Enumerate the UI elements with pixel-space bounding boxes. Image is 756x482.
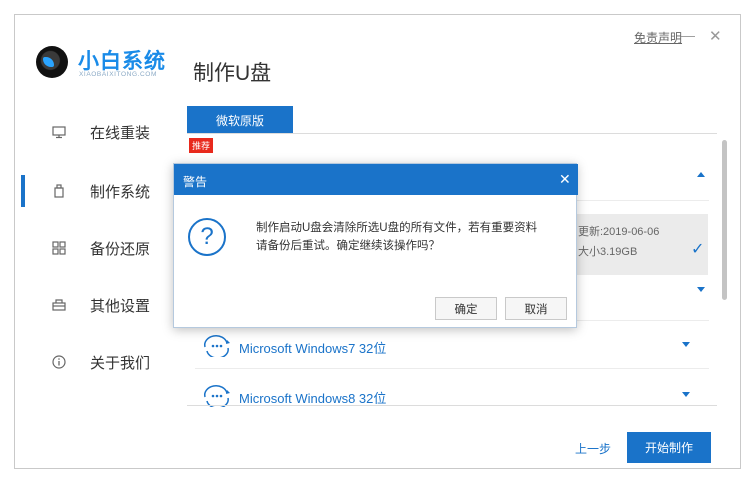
sidebar-item-about-us[interactable]: 关于我们 bbox=[15, 340, 180, 384]
collapse-arrow-icon[interactable] bbox=[697, 172, 705, 177]
dialog-titlebar: 警告 ✕ bbox=[174, 164, 578, 195]
list-item[interactable]: Microsoft Windows7 32位 bbox=[187, 325, 707, 367]
usb-icon bbox=[52, 184, 66, 198]
start-making-button[interactable]: 开始制作 bbox=[627, 432, 711, 463]
page-title: 制作U盘 bbox=[193, 62, 272, 85]
os-name: Microsoft Windows7 32位 bbox=[239, 341, 387, 356]
tab-microsoft-original[interactable]: 微软原版 bbox=[187, 106, 293, 134]
cancel-button[interactable]: 取消 bbox=[505, 297, 567, 320]
sidebar-item-label: 制作系统 bbox=[90, 183, 151, 201]
minimize-button[interactable]: — bbox=[681, 27, 695, 43]
sidebar-item-make-system[interactable]: 制作系统 bbox=[15, 169, 180, 213]
info-icon bbox=[52, 355, 66, 369]
logo-icon bbox=[36, 46, 68, 78]
box-icon bbox=[52, 298, 66, 312]
close-button[interactable]: ✕ bbox=[709, 27, 722, 45]
check-icon: ✓ bbox=[691, 241, 705, 258]
sidebar-item-label: 其他设置 bbox=[90, 297, 151, 315]
grid-icon bbox=[52, 241, 66, 255]
sidebar-item-backup-restore[interactable]: 备份还原 bbox=[15, 226, 180, 270]
monitor-icon bbox=[52, 125, 66, 139]
list-item[interactable]: Microsoft Windows8 32位 bbox=[187, 375, 707, 417]
dialog-message: 制作启动U盘会清除所选U盘的所有文件，若有重要资料 请备份后重试。确定继续该操作… bbox=[256, 219, 566, 255]
recommend-badge: 推荐 bbox=[189, 138, 214, 153]
disclaimer-link[interactable]: 免责声明 bbox=[634, 29, 682, 46]
expand-arrow-icon[interactable] bbox=[682, 392, 690, 397]
sidebar-item-online-reinstall[interactable]: 在线重装 bbox=[15, 110, 180, 154]
sidebar-item-other-settings[interactable]: 其他设置 bbox=[15, 283, 180, 327]
sidebar-item-label: 在线重装 bbox=[90, 124, 151, 142]
scrollbar[interactable] bbox=[722, 140, 727, 300]
dialog-message-line: 请备份后重试。确定继续该操作吗？ bbox=[256, 240, 440, 252]
warning-dialog: 警告 ✕ ? 制作启动U盘会清除所选U盘的所有文件，若有重要资料 请备份后重试。… bbox=[173, 163, 578, 328]
expand-arrow-icon[interactable] bbox=[682, 342, 690, 347]
expand-arrow-icon[interactable] bbox=[697, 287, 705, 292]
release-date: 更新:2019-06-06 bbox=[578, 226, 660, 238]
dialog-message-line: 制作启动U盘会清除所选U盘的所有文件，若有重要资料 bbox=[256, 222, 538, 234]
sidebar-item-label: 关于我们 bbox=[90, 354, 151, 372]
file-size: 大小3.19GB bbox=[578, 246, 638, 258]
tab-divider bbox=[187, 133, 717, 134]
sidebar-item-label: 备份还原 bbox=[90, 240, 151, 258]
confirm-button[interactable]: 确定 bbox=[435, 297, 497, 320]
brand-subtitle: XIAOBAIXITONG.COM bbox=[79, 71, 157, 78]
windows-logo-icon bbox=[201, 333, 235, 359]
question-icon: ? bbox=[188, 218, 226, 256]
windows-logo-icon bbox=[201, 383, 235, 409]
dialog-title: 警告 bbox=[183, 175, 208, 189]
previous-step-button[interactable]: 上一步 bbox=[575, 440, 611, 457]
dialog-close-icon[interactable]: ✕ bbox=[559, 171, 571, 188]
row-divider bbox=[195, 368, 709, 369]
list-bottom-divider bbox=[187, 405, 717, 406]
